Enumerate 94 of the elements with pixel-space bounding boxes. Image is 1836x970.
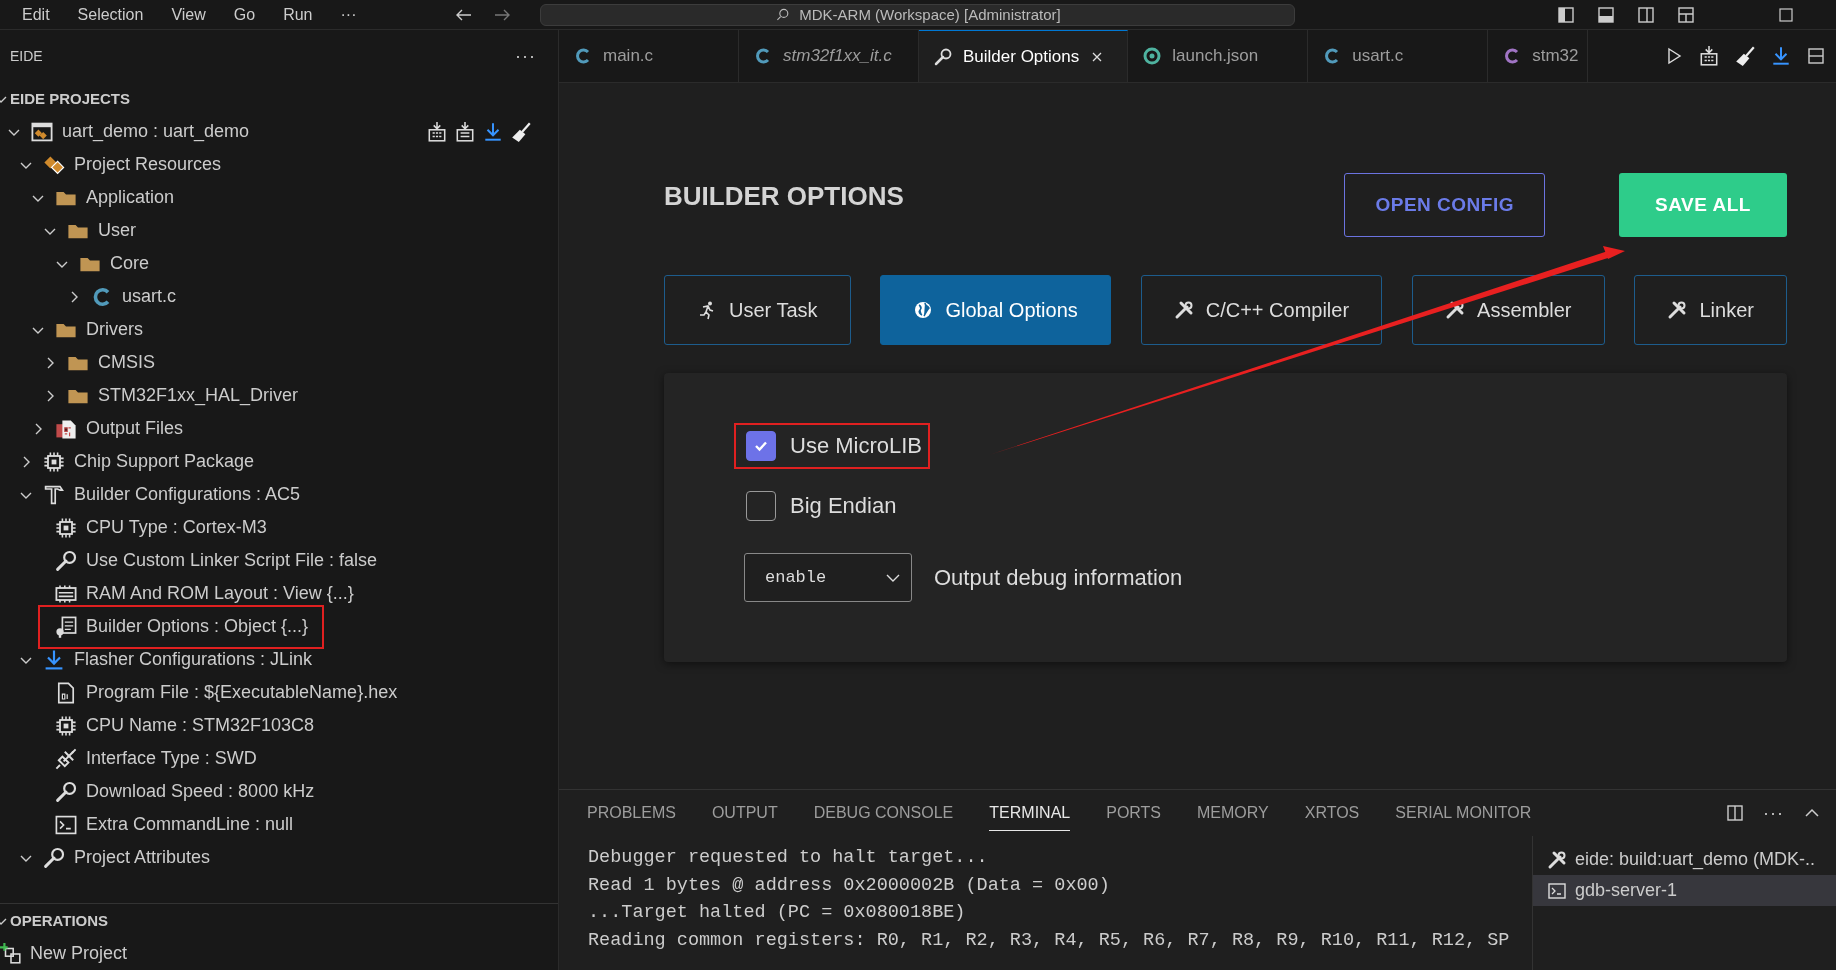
terminal-item[interactable]: gdb-server-1 (1533, 875, 1836, 906)
tree-item[interactable]: Builder Configurations : AC5 (74, 484, 301, 505)
json-file-icon (1142, 46, 1163, 66)
broom-icon (510, 120, 532, 143)
broom-icon (1734, 45, 1756, 67)
editor-tab[interactable]: Builder Options (919, 30, 1129, 82)
tools-icon (1173, 300, 1194, 320)
terminal-icon (1547, 880, 1567, 901)
tree-item[interactable]: Download Speed : 8000 kHz (86, 781, 315, 802)
tree-item[interactable]: Drivers (86, 319, 143, 340)
checkbox-label: Big Endian (790, 493, 897, 519)
options-tab[interactable]: User Task (664, 275, 851, 345)
tree-item[interactable]: CPU Type : Cortex-M3 (86, 517, 267, 538)
section-title[interactable]: EIDE PROJECTS (10, 90, 131, 107)
options-tab[interactable]: Global Options (880, 275, 1111, 345)
terminal-item[interactable]: eide: build:uart_demo (MDK-.. (1533, 844, 1836, 875)
tree-item[interactable]: RAM And ROM Layout : View {...} (86, 583, 354, 604)
tree-item[interactable]: usart.c (122, 286, 177, 307)
layout-icon (1676, 4, 1696, 25)
chip-icon (42, 449, 66, 474)
options-tab[interactable]: Assembler (1412, 275, 1605, 345)
select-label: Output debug information (934, 564, 1183, 591)
panel-tab[interactable]: XRTOS (1304, 795, 1360, 831)
tools-icon (1445, 300, 1466, 320)
wrench-icon (54, 779, 78, 804)
building-icon (454, 120, 476, 143)
command-center[interactable]: MDK-ARM (Workspace) [Administrator] (540, 3, 1296, 26)
more-actions[interactable]: ··· (1763, 802, 1784, 824)
panel-tab[interactable]: PORTS (1106, 795, 1162, 831)
menu-item[interactable]: Edit (22, 5, 50, 24)
tree-item[interactable]: Application (86, 187, 175, 208)
panel-toggle-icon (1596, 4, 1616, 25)
tree-item[interactable]: Chip Support Package (74, 451, 255, 472)
wrench-icon (54, 548, 78, 573)
tree-item[interactable]: User (98, 220, 136, 241)
panel-tab[interactable]: PROBLEMS (587, 795, 676, 831)
menu-item[interactable]: ··· (340, 5, 357, 24)
page-title: BUILDER OPTIONS (664, 181, 904, 212)
terminal-line: Reading common registers: R0, R1, R2, R3, R4, R5, R6, R7, R8, R9, R10, R11, R12, SP (588, 928, 1511, 953)
menu-item[interactable]: Go (233, 5, 256, 24)
download-icon (482, 120, 504, 143)
sidebar-toggle-icon (1556, 4, 1576, 25)
wrench-icon (42, 845, 66, 870)
tree-item[interactable]: Project Attributes (74, 847, 211, 868)
config-button[interactable]: OPEN CONFIG (1344, 173, 1545, 237)
tree-item[interactable]: Flasher Configurations : JLink (74, 649, 313, 670)
download-icon (1770, 45, 1792, 67)
split-layout-icon (1636, 4, 1656, 25)
globe-icon (913, 300, 934, 320)
split-editor-icon (1806, 46, 1826, 66)
panel-tab[interactable]: TERMINAL (989, 795, 1071, 831)
options-tab[interactable]: Linker (1634, 275, 1787, 345)
checkbox[interactable] (746, 431, 776, 461)
chip-icon (54, 515, 78, 540)
plug-icon (54, 746, 78, 771)
panel-tab[interactable]: MEMORY (1197, 795, 1269, 831)
tree-item[interactable]: uart_demo : uart_demo (62, 121, 250, 142)
tools-icon (1547, 849, 1567, 870)
panel-tab[interactable]: OUTPUT (711, 795, 778, 831)
menu-item[interactable]: Run (283, 5, 313, 24)
tree-item[interactable]: Builder Options : Object {...} (86, 616, 309, 637)
tree-item[interactable]: Interface Type : SWD (86, 748, 257, 769)
tree-item[interactable]: Output Files (86, 418, 184, 439)
menu-item[interactable]: View (171, 5, 206, 24)
panel-tab[interactable]: SERIAL MONITOR (1395, 795, 1532, 831)
panel-tab[interactable]: DEBUG CONSOLE (813, 795, 954, 831)
tree-item[interactable]: STM32F1xx_HAL_Driver (98, 385, 299, 406)
tree-item[interactable]: Program File : ${ExecutableName}.hex (86, 682, 398, 703)
menu-item[interactable]: Selection (77, 5, 144, 24)
chip-icon (54, 713, 78, 738)
checkbox-label: Use MicroLIB (790, 433, 923, 459)
select-field[interactable]: enable (744, 553, 912, 602)
document-icon (54, 614, 78, 639)
terminal-line: Debugger requested to halt target... (588, 846, 989, 870)
tree-item[interactable]: Use Custom Linker Script File : false (86, 550, 378, 571)
checkbox[interactable] (746, 491, 776, 521)
tree-item[interactable]: Extra CommandLine : null (86, 814, 294, 835)
tree-item[interactable]: CMSIS (98, 352, 155, 373)
section-title[interactable]: OPERATIONS (10, 912, 109, 929)
tree-item[interactable]: Core (110, 253, 149, 274)
operation-item[interactable]: New Project (30, 943, 128, 964)
terminal-line: Read 1 bytes @ address 0x2000002B (Data = 0x00) (588, 873, 1111, 898)
tree-item[interactable]: Project Resources (74, 154, 222, 175)
terminal-line: ...Target halted (PC = 0x080018BE) (588, 901, 967, 925)
tools-icon (1667, 300, 1688, 320)
more-actions[interactable]: ··· (515, 45, 536, 67)
building-icon (426, 120, 448, 143)
sidebar-title: EIDE (10, 48, 43, 64)
building-icon (1698, 45, 1720, 67)
wrench-icon (933, 46, 953, 67)
tree-item[interactable]: CPU Name : STM32F103C8 (86, 715, 315, 736)
split-terminal-icon (1725, 803, 1745, 823)
add-project-icon (0, 942, 22, 965)
options-tab[interactable]: C/C++ Compiler (1140, 275, 1383, 345)
